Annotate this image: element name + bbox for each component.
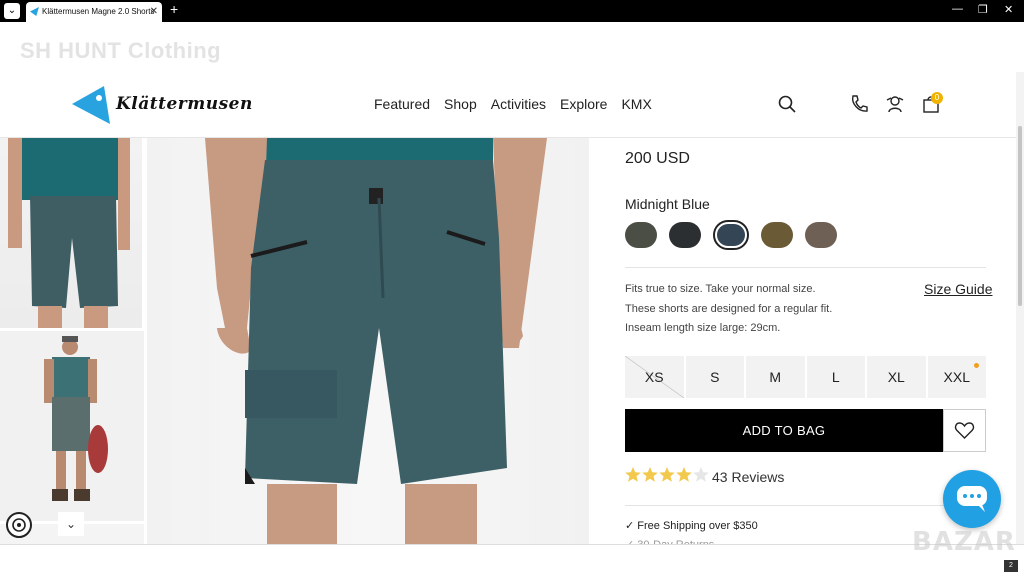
product-price: 200 USD bbox=[625, 150, 690, 167]
product-photo-main bbox=[205, 138, 547, 544]
main-product-image[interactable] bbox=[147, 138, 589, 544]
size-option-xl[interactable]: XL bbox=[867, 356, 926, 398]
swatch-taupe[interactable] bbox=[805, 222, 837, 248]
size-option-s[interactable]: S bbox=[685, 356, 744, 398]
site-header: Klättermusen Featured Shop Activities Ex… bbox=[0, 72, 1020, 138]
size-selector: XS S M L XL XXL bbox=[625, 356, 986, 398]
add-to-bag-button[interactable]: ADD TO BAG bbox=[625, 409, 943, 452]
swatch-midnight-blue[interactable] bbox=[713, 220, 749, 250]
nav-kmx[interactable]: KMX bbox=[621, 96, 651, 112]
low-stock-dot bbox=[974, 363, 979, 368]
size-option-m[interactable]: M bbox=[746, 356, 805, 398]
fit-line: Inseam length size large: 29cm. bbox=[625, 322, 781, 334]
reviews-link[interactable]: 43 Reviews bbox=[712, 469, 784, 485]
heart-icon bbox=[954, 422, 975, 439]
browser-tab-bar: ⌄ Klättermusen Magne 2.0 Shorts ✕ + — ❐ … bbox=[0, 0, 1024, 22]
new-tab-button[interactable]: + bbox=[170, 1, 178, 17]
swatch-brown[interactable] bbox=[761, 222, 793, 248]
corner-badge: 2 bbox=[1004, 560, 1018, 572]
fit-line: Fits true to size. Take your normal size… bbox=[625, 283, 816, 295]
chat-button[interactable] bbox=[943, 470, 1001, 528]
divider bbox=[625, 267, 986, 268]
size-option-xxl[interactable]: XXL bbox=[927, 356, 986, 398]
size-label: XXL bbox=[943, 369, 970, 385]
color-swatches bbox=[625, 220, 837, 250]
rating-stars[interactable] bbox=[625, 466, 709, 484]
gallery-thumbnail-2[interactable] bbox=[0, 331, 144, 521]
gallery-scroll-down-chevron-icon[interactable]: ⌄ bbox=[58, 512, 84, 536]
accessibility-icon bbox=[12, 518, 26, 532]
page-scrollbar[interactable] bbox=[1016, 72, 1024, 544]
tab-list-button[interactable]: ⌄ bbox=[4, 3, 20, 19]
watermark-logo: BAZAR bbox=[912, 527, 1016, 557]
search-icon[interactable] bbox=[777, 94, 797, 114]
product-photo-front-thumb bbox=[8, 138, 130, 328]
wishlist-button[interactable] bbox=[943, 409, 986, 452]
browser-tab[interactable]: Klättermusen Magne 2.0 Shorts ✕ bbox=[26, 2, 162, 22]
nav-explore[interactable]: Explore bbox=[560, 96, 607, 112]
main-nav: Featured Shop Activities Explore KMX bbox=[374, 96, 652, 112]
tab-title: Klättermusen Magne 2.0 Shorts bbox=[42, 7, 155, 16]
close-tab-icon[interactable]: ✕ bbox=[150, 2, 158, 22]
chat-bubble-icon bbox=[957, 486, 987, 512]
favicon-icon bbox=[30, 7, 39, 16]
cart-count-badge: 0 bbox=[931, 92, 943, 104]
accessibility-widget-button[interactable] bbox=[6, 512, 32, 538]
fit-line: These shorts are designed for a regular … bbox=[625, 302, 833, 315]
fit-info: Fits true to size. Take your normal size… bbox=[625, 280, 832, 339]
account-icon[interactable] bbox=[885, 94, 905, 114]
size-option-l[interactable]: L bbox=[806, 356, 865, 398]
size-guide-link[interactable]: Size Guide bbox=[924, 281, 992, 297]
swatch-black[interactable] bbox=[669, 222, 701, 248]
logo-bird-icon[interactable] bbox=[72, 86, 112, 124]
minimize-icon[interactable]: — bbox=[952, 3, 963, 15]
bottom-bar bbox=[0, 544, 1024, 576]
free-shipping-info: ✓ Free Shipping over $350 bbox=[625, 520, 758, 532]
star-rating-icon bbox=[625, 467, 709, 482]
nav-shop[interactable]: Shop bbox=[444, 96, 477, 112]
swatch-olive[interactable] bbox=[625, 222, 657, 248]
logo-text[interactable]: Klättermusen bbox=[116, 94, 253, 114]
faded-header-title: SH HUNT Clothing bbox=[20, 38, 222, 63]
size-option-xs[interactable]: XS bbox=[625, 356, 684, 398]
phone-icon[interactable] bbox=[849, 94, 869, 114]
product-photo-model-thumb bbox=[44, 336, 108, 501]
nav-activities[interactable]: Activities bbox=[491, 96, 546, 112]
selected-color-name: Midnight Blue bbox=[625, 196, 710, 212]
nav-featured[interactable]: Featured bbox=[374, 96, 430, 112]
scrollbar-thumb[interactable] bbox=[1018, 126, 1022, 306]
close-window-icon[interactable]: ✕ bbox=[1004, 3, 1013, 16]
divider bbox=[625, 505, 986, 506]
restore-icon[interactable]: ❐ bbox=[978, 3, 988, 16]
faded-header: SH HUNT Clothing bbox=[0, 22, 1024, 72]
gallery-thumbnail-1[interactable] bbox=[0, 138, 144, 328]
